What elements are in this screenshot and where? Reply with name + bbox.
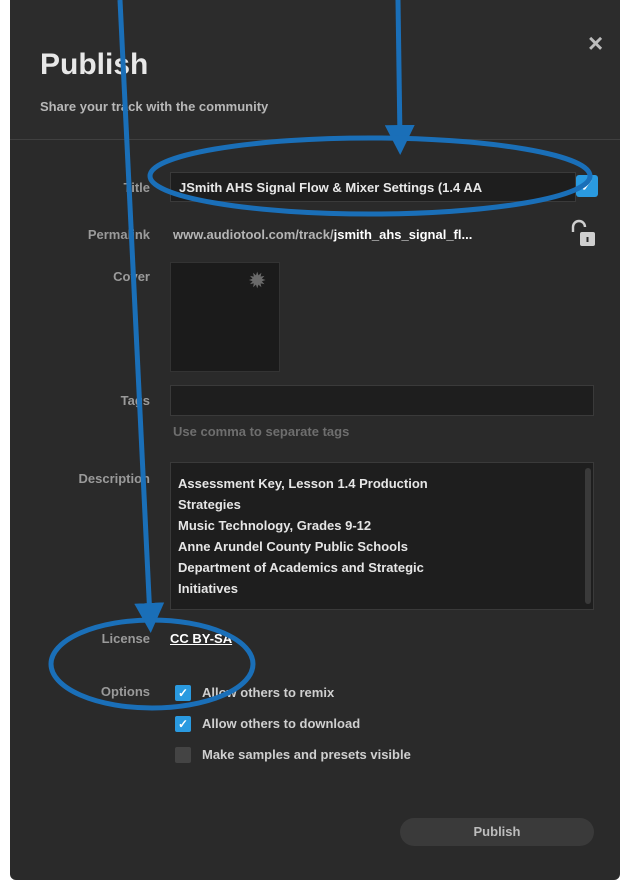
tags-hint: Use comma to separate tags [173, 424, 350, 439]
description-label: Description [78, 471, 150, 486]
description-line: Assessment Key, Lesson 1.4 Production [178, 476, 428, 491]
remix-checkbox[interactable]: ✓ [175, 685, 191, 701]
header-divider [10, 139, 620, 140]
samples-visible-option-label[interactable]: Make samples and presets visible [202, 747, 411, 762]
license-label: License [101, 631, 150, 646]
permalink-label: Permalink [87, 227, 150, 242]
cover-label: Cover [113, 269, 150, 284]
tags-input[interactable] [170, 385, 594, 416]
unlock-icon[interactable] [567, 218, 597, 250]
samples-visible-checkbox[interactable] [175, 747, 191, 763]
title-input[interactable]: JSmith AHS Signal Flow & Mixer Settings … [170, 172, 576, 202]
close-icon[interactable]: × [588, 28, 603, 59]
permalink-prefix: www.audiotool.com/track/ [173, 227, 334, 242]
options-label: Options [100, 684, 150, 699]
description-line: Department of Academics and Strategic [178, 560, 424, 575]
download-option-label[interactable]: Allow others to download [202, 716, 360, 731]
gear-icon[interactable]: ✹ [248, 270, 266, 292]
publish-button[interactable]: Publish [400, 818, 594, 846]
dialog-subtitle: Share your track with the community [40, 99, 269, 114]
publish-dialog: Publish Share your track with the commun… [10, 0, 620, 880]
license-link[interactable]: CC BY-SA [170, 631, 232, 646]
description-line: Strategies [178, 497, 241, 512]
description-line: Music Technology, Grades 9-12 [178, 518, 372, 533]
description-scrollbar[interactable] [585, 468, 591, 604]
remix-option-label[interactable]: Allow others to remix [202, 685, 334, 700]
permalink-slug: jsmith_ahs_signal_fl... [333, 227, 473, 242]
description-line: Anne Arundel County Public Schools [178, 539, 408, 554]
dialog-title: Publish [40, 48, 149, 81]
permalink-value: www.audiotool.com/track/jsmith_ahs_signa… [173, 227, 472, 242]
description-line: Initiatives [178, 581, 238, 596]
title-label: Title [123, 180, 151, 195]
download-checkbox[interactable]: ✓ [175, 716, 191, 732]
title-confirm-checkbox[interactable]: ✓ [576, 175, 598, 197]
tags-label: Tags [120, 393, 150, 408]
